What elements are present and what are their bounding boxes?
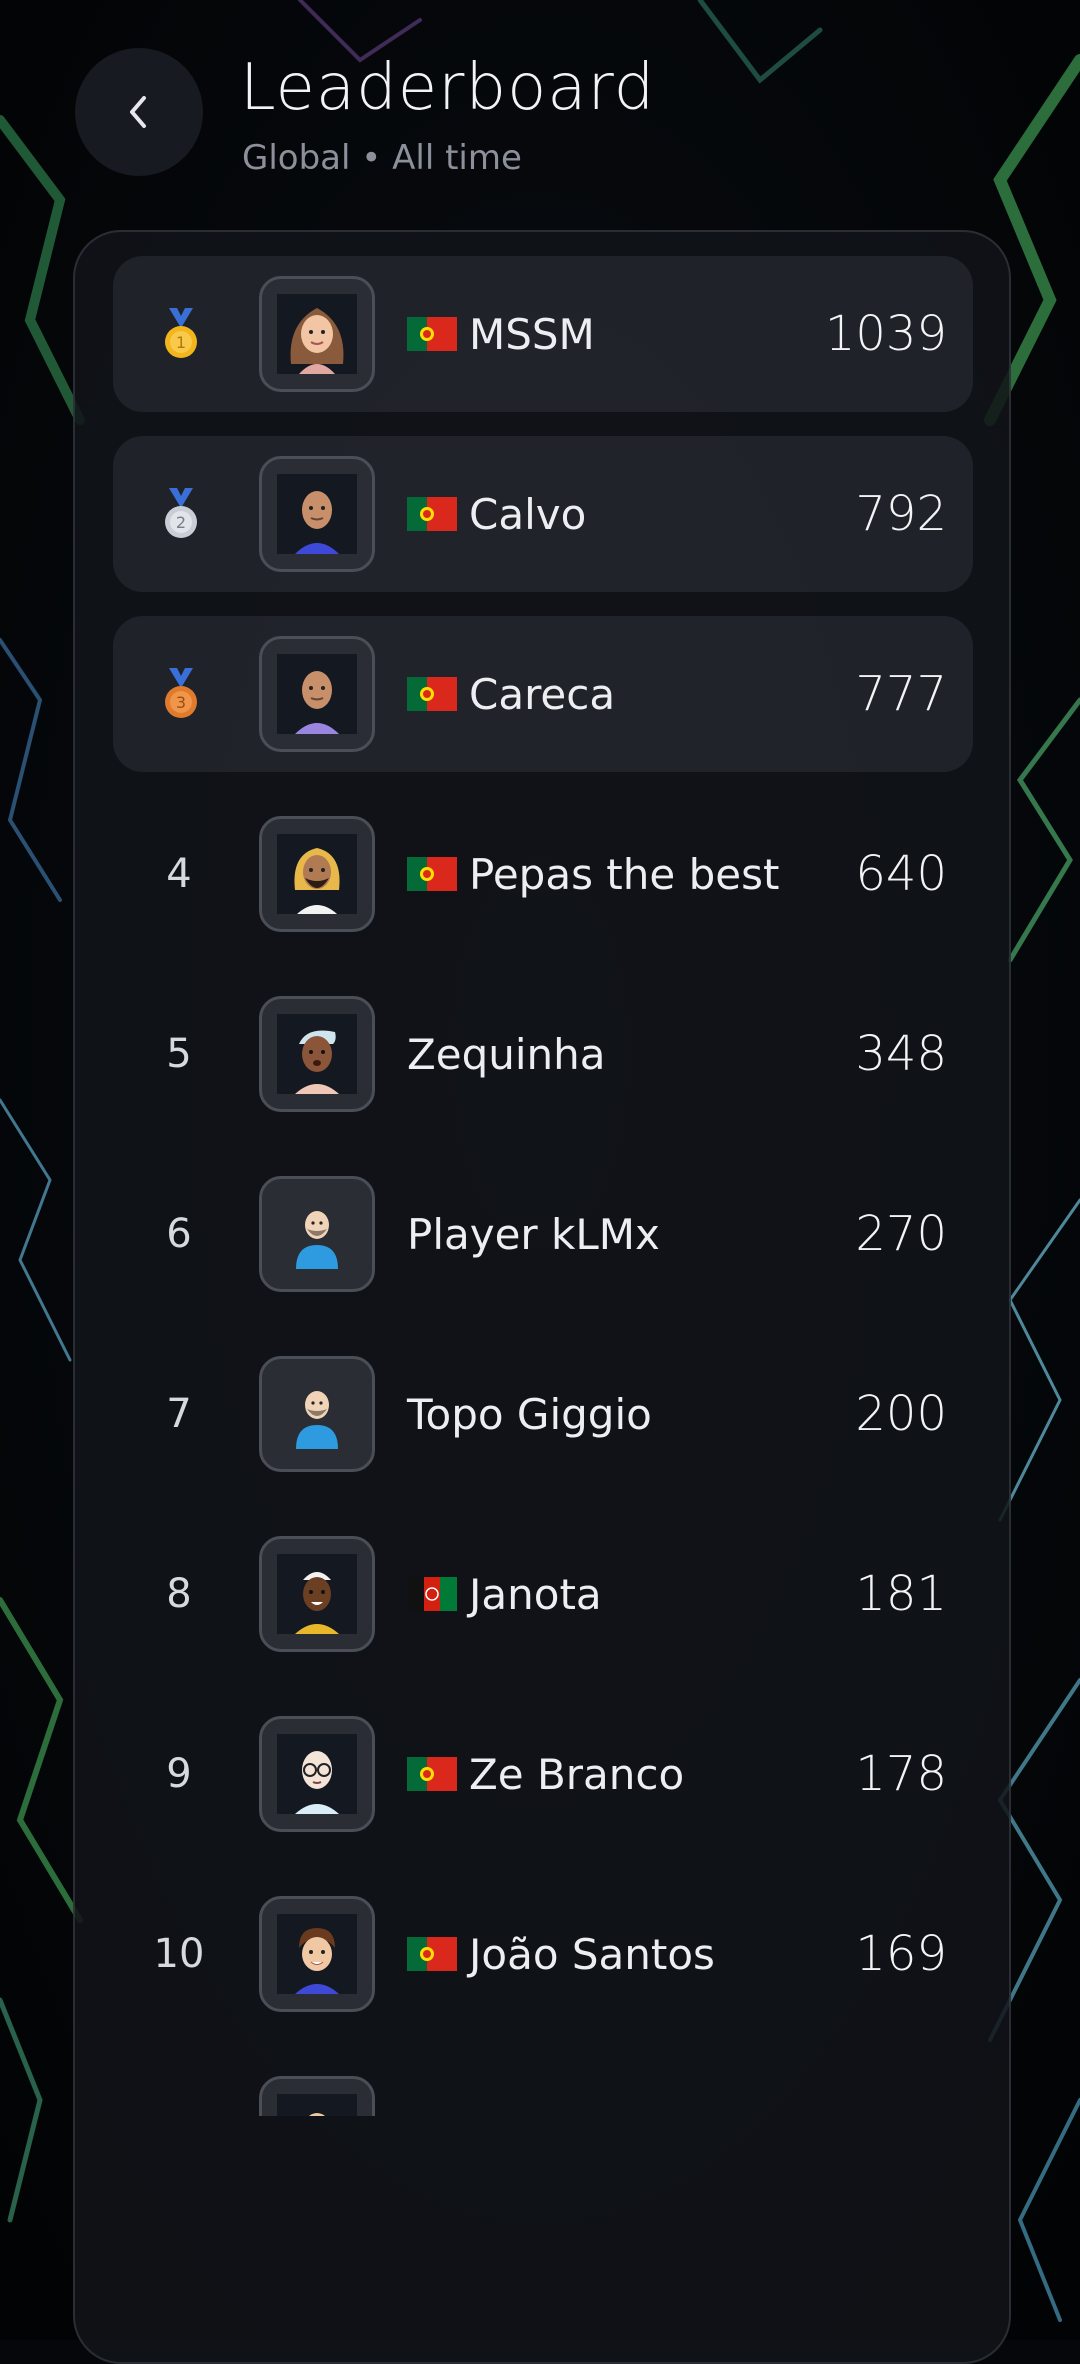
avatar[interactable] <box>259 456 375 572</box>
leaderboard-panel: 1 MSSM 1039 2 Calvo 792 3 Careca 777 4 P… <box>73 230 1011 2364</box>
player-score: 777 <box>855 666 947 722</box>
rank-number: 9 <box>166 1751 192 1797</box>
avatar[interactable] <box>259 1536 375 1652</box>
page-subtitle: Global • All time <box>242 138 522 178</box>
chevron-left-icon <box>130 96 146 128</box>
blonde-bearded-avatar <box>277 834 357 914</box>
player-name: MSSM <box>469 309 595 359</box>
flag-afghanistan-icon <box>407 1577 457 1611</box>
default-player-avatar <box>277 2094 357 2116</box>
leaderboard-row[interactable]: 5 Zequinha 348 <box>113 976 973 1132</box>
leaderboard-row[interactable]: 2 Calvo 792 <box>113 436 973 592</box>
player-score: 178 <box>855 1746 947 1802</box>
flag-portugal-icon <box>407 857 457 891</box>
leaderboard-row[interactable]: 4 Pepas the best 640 <box>113 796 973 952</box>
avatar[interactable] <box>259 816 375 932</box>
back-button[interactable] <box>75 48 203 176</box>
brown-hair-man-avatar <box>277 1914 357 1994</box>
avatar[interactable] <box>259 1896 375 2012</box>
player-name: Calvo <box>469 489 587 539</box>
leaderboard-row-partial[interactable] <box>113 2056 973 2116</box>
svg-text:3: 3 <box>176 693 186 712</box>
avatar[interactable] <box>259 1716 375 1832</box>
player-name: Zequinha <box>407 1029 606 1079</box>
player-name: Pepas the best <box>469 849 780 899</box>
svg-text:1: 1 <box>176 333 186 352</box>
leaderboard-row[interactable]: 8 Janota 181 <box>113 1516 973 1672</box>
default-player-avatar <box>296 1391 338 1449</box>
silver-medal-icon: 2 <box>165 488 197 538</box>
avatar[interactable] <box>259 1356 375 1472</box>
player-name: Careca <box>469 669 616 719</box>
player-score: 200 <box>855 1386 947 1442</box>
bald-man-purple-shirt-avatar <box>277 654 357 734</box>
rank-number: 5 <box>166 1031 192 1077</box>
leaderboard-row[interactable]: 3 Careca 777 <box>113 616 973 772</box>
flag-portugal-icon <box>407 317 457 351</box>
player-name: Player kLMx <box>407 1209 660 1259</box>
leaderboard-row[interactable]: 6 Player kLMx 270 <box>113 1156 973 1312</box>
player-score: 640 <box>855 846 947 902</box>
woman-brown-hair-avatar <box>277 294 357 374</box>
player-score: 169 <box>855 1926 947 1982</box>
bronze-medal-icon: 3 <box>165 668 197 718</box>
player-name: Ze Branco <box>469 1749 685 1799</box>
svg-text:2: 2 <box>176 513 186 532</box>
leaderboard-row[interactable]: 7 Topo Giggio 200 <box>113 1336 973 1492</box>
bald-man-glasses-avatar <box>277 1734 357 1814</box>
flag-portugal-icon <box>407 497 457 531</box>
player-score: 181 <box>855 1566 947 1622</box>
flag-portugal-icon <box>407 677 457 711</box>
rank-number: 10 <box>153 1931 205 1977</box>
man-white-cap-avatar <box>277 1554 357 1634</box>
player-score: 1039 <box>824 306 947 362</box>
player-name: João Santos <box>469 1929 715 1979</box>
avatar[interactable] <box>259 1176 375 1292</box>
leaderboard-row[interactable]: 9 Ze Branco 178 <box>113 1696 973 1852</box>
page-title: Leaderboard <box>240 51 656 125</box>
leaderboard-row[interactable]: 1 MSSM 1039 <box>113 256 973 412</box>
player-score: 792 <box>855 486 947 542</box>
rank-number: 4 <box>166 851 192 897</box>
flag-portugal-icon <box>407 1757 457 1791</box>
gold-medal-icon: 1 <box>165 308 197 358</box>
avatar[interactable] <box>259 636 375 752</box>
avatar[interactable] <box>259 276 375 392</box>
player-score: 270 <box>855 1206 947 1262</box>
player-name: Topo Giggio <box>407 1389 652 1439</box>
white-haired-man-avatar <box>277 1014 357 1094</box>
leaderboard-row[interactable]: 10 João Santos 169 <box>113 1876 973 2032</box>
rank-number: 7 <box>166 1391 192 1437</box>
avatar[interactable] <box>259 2076 375 2116</box>
leaderboard-list[interactable]: 1 MSSM 1039 2 Calvo 792 3 Careca 777 4 P… <box>113 256 973 2116</box>
default-player-avatar <box>296 1211 338 1269</box>
rank-number: 8 <box>166 1571 192 1617</box>
player-name: Janota <box>469 1569 602 1619</box>
flag-portugal-icon <box>407 1937 457 1971</box>
avatar[interactable] <box>259 996 375 1112</box>
player-score: 348 <box>855 1026 947 1082</box>
rank-number: 6 <box>166 1211 192 1257</box>
bald-man-blue-shirt-avatar <box>277 474 357 554</box>
